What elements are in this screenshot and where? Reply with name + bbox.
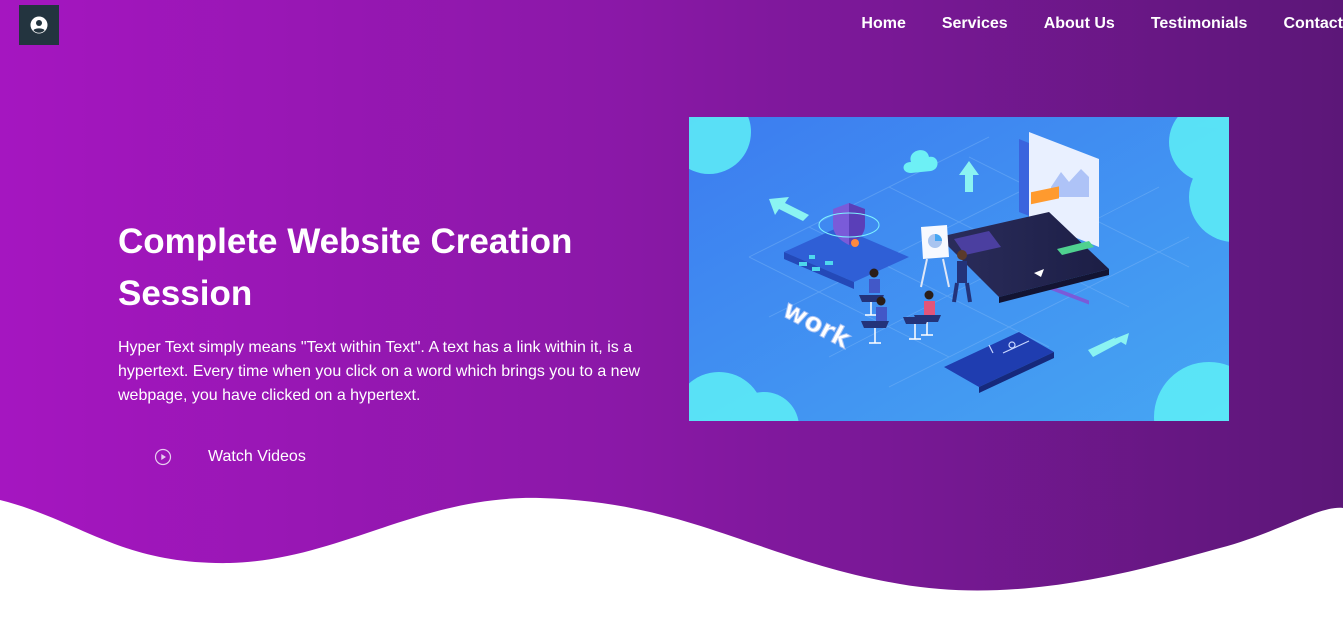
watch-videos-label: Watch Videos: [208, 448, 306, 465]
nav-about-us[interactable]: About Us: [1008, 14, 1115, 34]
hero-illustration: work: [689, 117, 1229, 421]
logo-button[interactable]: [19, 5, 59, 45]
hero-description: Hyper Text simply means "Text within Tex…: [118, 339, 641, 404]
nav-services[interactable]: Services: [906, 14, 1008, 34]
hero-title: Complete Website Creation Session: [118, 222, 573, 313]
isometric-work-illustration: work: [689, 117, 1229, 421]
nav-contact[interactable]: Contact: [1247, 14, 1343, 34]
user-circle-icon: [30, 16, 48, 34]
nav-testimonials[interactable]: Testimonials: [1115, 14, 1248, 34]
nav-home[interactable]: Home: [825, 14, 905, 34]
main-nav: Home Services About Us Testimonials Cont…: [825, 14, 1343, 34]
play-circle-icon: [154, 448, 172, 466]
watch-videos-button[interactable]: Watch Videos: [154, 448, 306, 466]
